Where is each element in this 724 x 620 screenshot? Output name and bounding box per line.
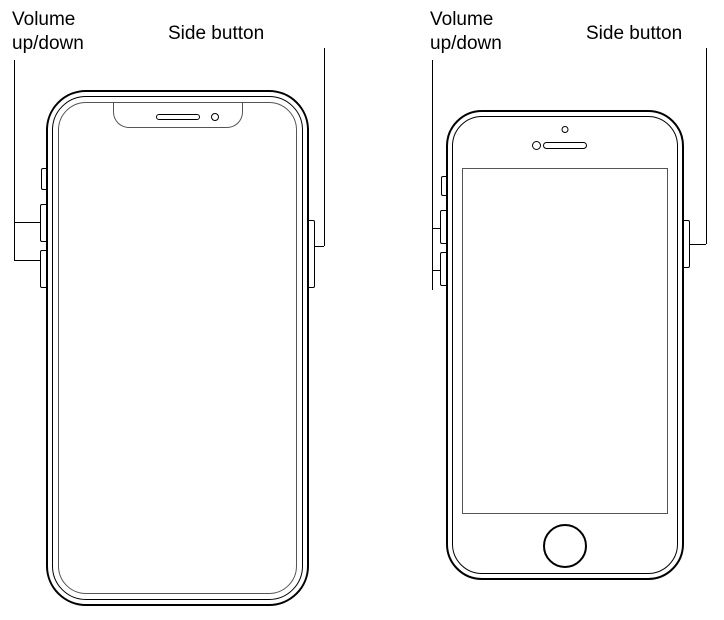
front-camera-icon [532,141,541,150]
iphone-homebutton-illustration [446,110,684,580]
volume-up-button-icon [40,204,46,242]
mute-switch-icon [41,168,46,190]
label-volume-right: Volume up/down [430,8,502,56]
top-sensor-icon [562,126,569,133]
label-side-left: Side button [168,22,264,46]
home-button-icon [543,524,587,568]
phone-screen [462,168,668,514]
callout-side-right-tick [690,244,706,245]
callout-side-right [706,48,707,244]
callout-volume-right [432,60,433,290]
mute-switch-icon [441,176,446,196]
callout-side-left-tick [314,246,324,247]
volume-up-button-icon [440,210,446,244]
diagram-stage: Volume up/down Side button Volume up/dow… [0,0,724,620]
earpiece-speaker [543,142,587,149]
callout-volume-left [14,60,15,260]
iphone-faceid-illustration [46,90,309,606]
callout-volume-left-tick-lower [14,260,40,261]
volume-down-button-icon [440,252,446,286]
side-button-icon [309,220,315,288]
phone-screen [58,102,297,594]
callout-side-left [324,48,325,246]
side-button-icon [684,220,690,268]
label-volume-left: Volume up/down [12,8,84,56]
front-camera-icon [211,113,219,121]
callout-volume-left-tick-upper [14,222,40,223]
earpiece-speaker [156,114,200,120]
volume-down-button-icon [40,250,46,288]
label-side-right: Side button [586,22,682,46]
